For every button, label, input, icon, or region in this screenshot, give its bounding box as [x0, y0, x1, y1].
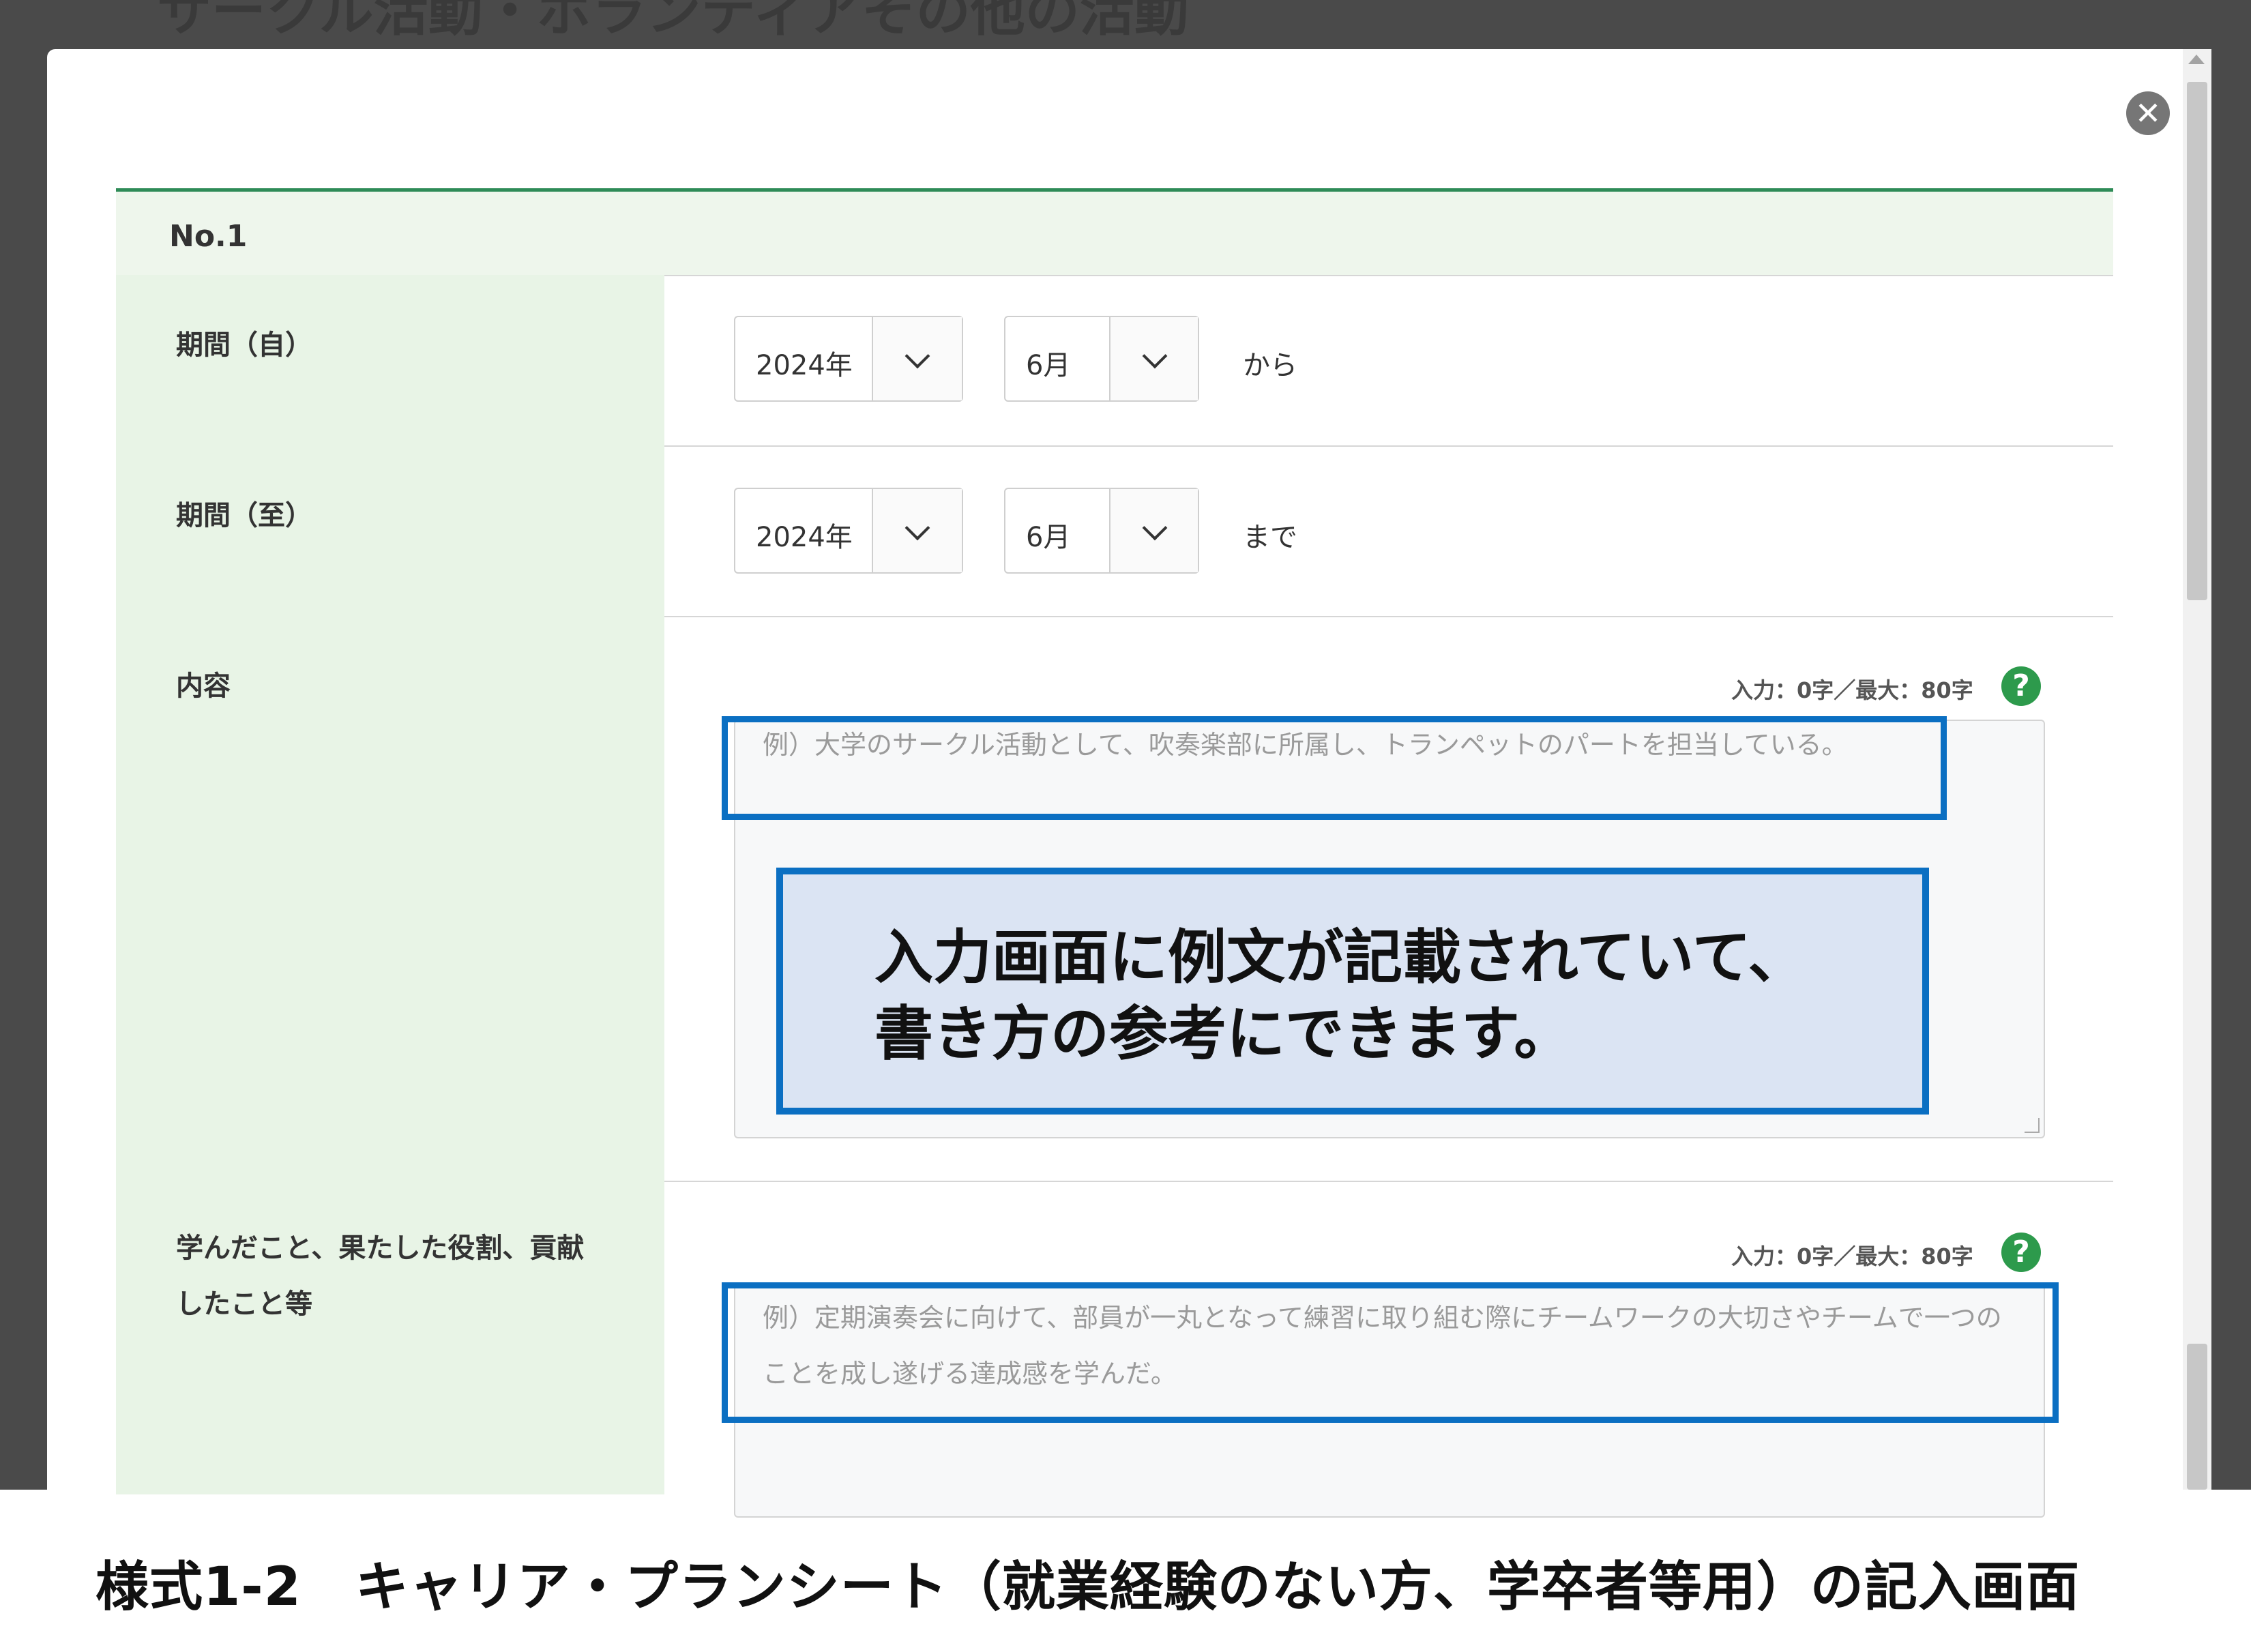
period-from-year-value: 2024年 — [756, 350, 853, 381]
period-to-label: 期間（至） — [176, 500, 312, 531]
help-icon[interactable]: ? — [2001, 666, 2041, 706]
period-to-year-select[interactable]: 2024年 — [734, 488, 963, 574]
background-heading: サークル活動・ボランティアその他の活動 — [157, 0, 1189, 43]
scrollbar-thumb[interactable] — [2187, 82, 2207, 600]
period-from-suffix: から — [1243, 350, 1297, 381]
period-from-year-toggle[interactable] — [872, 317, 962, 400]
annotation-callout: 入力画面に例文が記載されていて、 書き方の参考にできます。 — [776, 868, 1929, 1115]
help-icon-glyph: ? — [2012, 668, 2030, 703]
scrollbar-thumb-lower — [2187, 1344, 2207, 1490]
content-char-counter: 入力：0字／最大：80字 — [1731, 677, 1973, 703]
period-from-label-cell: 期間（自） — [116, 275, 664, 445]
close-icon[interactable]: ✕ — [2126, 91, 2170, 135]
period-from-month-select[interactable]: 6月 — [1004, 316, 1199, 402]
chevron-down-icon — [1142, 343, 1168, 369]
content-placeholder-highlight — [722, 716, 1947, 820]
period-to-month-value: 6月 — [1026, 522, 1071, 553]
help-icon[interactable]: ? — [2001, 1233, 2041, 1272]
learned-label: 学んだこと、果たした役割、貢献したこと等 — [176, 1233, 585, 1320]
period-to-label-cell: 期間（至） — [116, 445, 664, 616]
period-to-year-value: 2024年 — [756, 522, 853, 553]
entry-header: No.1 — [116, 192, 2113, 276]
figure-caption: 様式1-2 キャリア・プランシート（就業経験のない方、学卒者等用）の記入画面 — [95, 1557, 2080, 1618]
learned-label-cell: 学んだこと、果たした役割、貢献したこと等 — [116, 1181, 664, 1494]
help-icon-glyph: ? — [2012, 1235, 2030, 1269]
period-to-suffix: まで — [1243, 522, 1297, 553]
period-from-label: 期間（自） — [176, 329, 312, 361]
period-to-row: 期間（至） 2024年 6月 まで — [116, 445, 2113, 617]
chevron-down-icon — [904, 343, 930, 369]
chevron-down-icon — [904, 515, 930, 541]
period-from-month-toggle[interactable] — [1109, 317, 1198, 400]
resize-handle-icon[interactable] — [2025, 1118, 2040, 1133]
learned-char-counter: 入力：0字／最大：80字 — [1731, 1243, 1973, 1269]
period-to-month-select[interactable]: 6月 — [1004, 488, 1199, 574]
period-from-year-select[interactable]: 2024年 — [734, 316, 963, 402]
period-from-row: 期間（自） 2024年 6月 から — [116, 275, 2113, 447]
learned-placeholder-highlight — [722, 1282, 2059, 1423]
period-to-month-toggle[interactable] — [1109, 489, 1198, 572]
content-label: 内容 — [176, 670, 231, 702]
chevron-down-icon — [1142, 515, 1168, 541]
period-from-month-value: 6月 — [1026, 350, 1071, 381]
entry-number: No.1 — [169, 219, 248, 254]
period-to-year-toggle[interactable] — [872, 489, 962, 572]
scroll-up-arrow-icon[interactable] — [2188, 55, 2205, 64]
content-label-cell: 内容 — [116, 616, 664, 1181]
annotation-text: 入力画面に例文が記載されていて、 書き方の参考にできます。 — [874, 924, 1807, 1068]
